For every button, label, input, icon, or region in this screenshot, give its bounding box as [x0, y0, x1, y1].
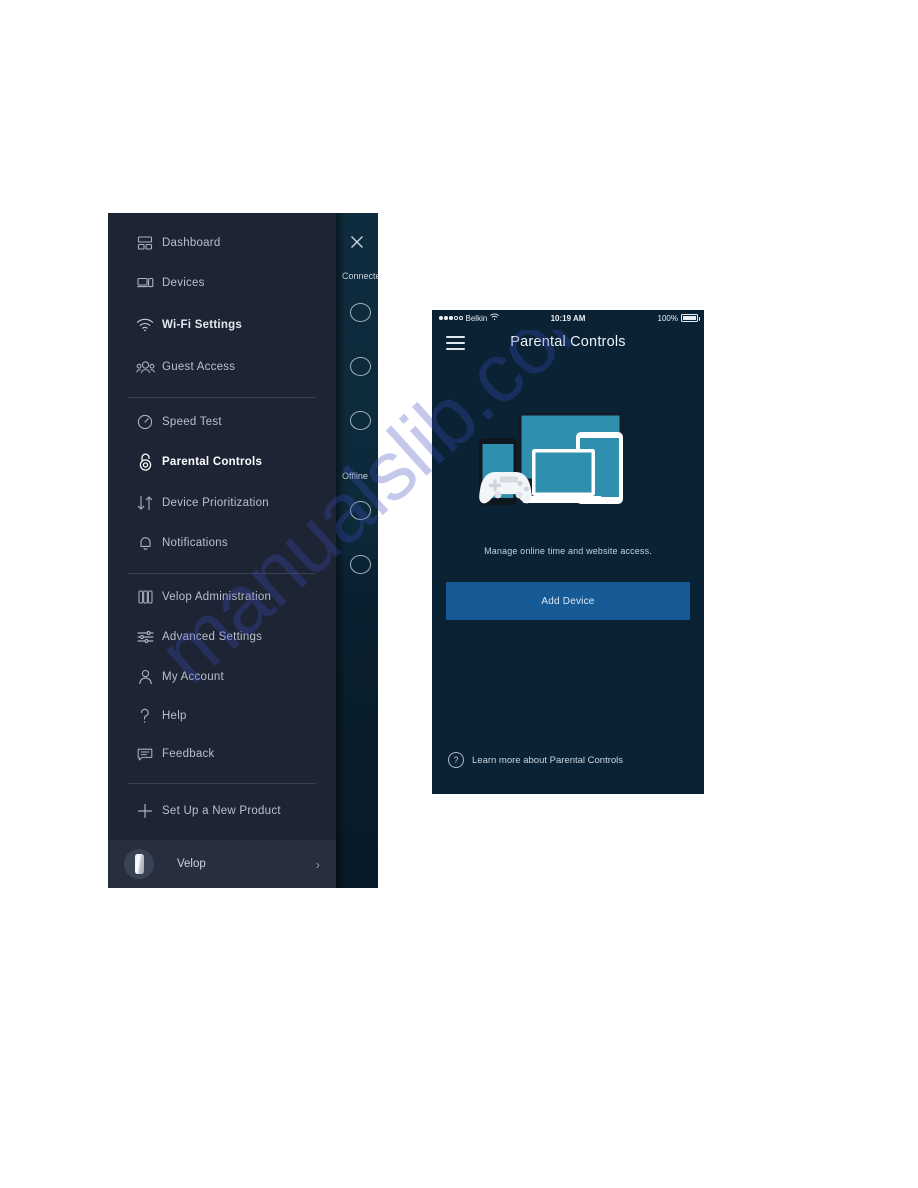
sidebar-item-label: Help: [162, 710, 187, 722]
sidebar-item-label: Dashboard: [162, 237, 221, 249]
sliders-icon: [128, 630, 162, 644]
drawer-shadow: [336, 213, 346, 888]
sidebar-item-label: Feedback: [162, 748, 215, 760]
battery-full-icon: [681, 314, 700, 322]
status-bar: Belkin 10:19 AM 100%: [432, 310, 704, 326]
hero-caption: Manage online time and website access.: [484, 546, 652, 556]
page-title: Parental Controls: [510, 334, 626, 350]
sidebar-item-label: My Account: [162, 671, 224, 683]
devices-icon: [128, 275, 162, 291]
device-avatar-placeholder: [350, 303, 371, 322]
bell-icon: [128, 535, 162, 552]
sidebar-item-parental-controls[interactable]: Parental Controls: [108, 442, 336, 482]
sidebar-footer-label: Velop: [177, 858, 206, 870]
battery-percent-label: 100%: [657, 313, 678, 323]
sidebar-item-speed-test[interactable]: Speed Test: [108, 402, 336, 442]
laptop-illustration: [523, 449, 604, 503]
sidebar-item-advanced-settings[interactable]: Advanced Settings: [108, 617, 336, 657]
sidebar-divider: [128, 573, 316, 574]
sidebar-item-label: Wi-Fi Settings: [162, 319, 243, 331]
sidebar-item-label: Speed Test: [162, 416, 222, 428]
sidebar-item-devices[interactable]: Devices: [108, 263, 336, 303]
add-device-button[interactable]: Add Device: [446, 582, 690, 620]
sidebar-footer-velop[interactable]: Velop ›: [108, 840, 336, 888]
devices-illustration: [432, 394, 704, 534]
sidebar-divider: [128, 397, 316, 398]
navigation-drawer: Dashboard Devices Wi-Fi Settings Guest A…: [108, 213, 336, 888]
sidebar-item-device-prioritization[interactable]: Device Prioritization: [108, 483, 336, 523]
person-icon: [128, 669, 162, 685]
menu-drawer-screenshot: Connected Offline Dashboard: [108, 213, 378, 888]
app-navbar: Parental Controls: [432, 326, 704, 362]
device-avatar-placeholder: [350, 501, 371, 520]
device-avatar-placeholder: [350, 411, 371, 430]
velop-nodes-icon: [128, 589, 162, 605]
sidebar-item-dashboard[interactable]: Dashboard: [108, 223, 336, 263]
learn-more-label: Learn more about Parental Controls: [472, 754, 624, 766]
sidebar-item-my-account[interactable]: My Account: [108, 657, 336, 697]
chat-bubble-icon: [128, 747, 162, 762]
question-mark-circle-icon: ?: [448, 752, 464, 768]
device-avatar-placeholder: [350, 357, 371, 376]
sidebar-item-label: Notifications: [162, 537, 228, 549]
status-bar-right: 100%: [657, 313, 700, 323]
sidebar-item-help[interactable]: Help: [108, 696, 336, 736]
sidebar-item-label: Set Up a New Product: [162, 805, 281, 817]
sidebar-item-label: Advanced Settings: [162, 631, 263, 643]
close-icon[interactable]: [348, 233, 366, 251]
speedometer-icon: [128, 414, 162, 430]
device-avatar-placeholder: [350, 555, 371, 574]
sidebar-item-label: Velop Administration: [162, 591, 272, 603]
velop-node-icon: [124, 849, 154, 879]
sidebar-item-label: Device Prioritization: [162, 497, 269, 509]
sidebar-item-wifi-settings[interactable]: Wi-Fi Settings: [108, 305, 336, 345]
sidebar-divider: [128, 783, 316, 784]
sidebar-item-label: Devices: [162, 277, 205, 289]
sidebar-item-velop-administration[interactable]: Velop Administration: [108, 577, 336, 617]
sidebar-item-set-up-new-product[interactable]: Set Up a New Product: [108, 791, 336, 831]
dashboard-icon: [128, 235, 162, 251]
up-down-arrows-icon: [128, 495, 162, 511]
question-mark-icon: [128, 708, 162, 724]
plus-icon: [128, 803, 162, 819]
sidebar-item-label: Guest Access: [162, 361, 236, 373]
lock-icon: [128, 453, 162, 471]
section-header-connected: Connected: [342, 271, 378, 281]
guest-access-icon: [128, 360, 162, 375]
sidebar-item-label: Parental Controls: [162, 456, 263, 468]
wifi-icon: [128, 318, 162, 332]
sidebar-item-notifications[interactable]: Notifications: [108, 523, 336, 563]
sidebar-item-guest-access[interactable]: Guest Access: [108, 347, 336, 387]
learn-more-link[interactable]: ? Learn more about Parental Controls: [448, 752, 623, 768]
chevron-right-icon[interactable]: ›: [316, 857, 320, 872]
sidebar-item-feedback[interactable]: Feedback: [108, 734, 336, 774]
parental-controls-screenshot: Belkin 10:19 AM 100% Parental Controls M…: [432, 310, 704, 794]
